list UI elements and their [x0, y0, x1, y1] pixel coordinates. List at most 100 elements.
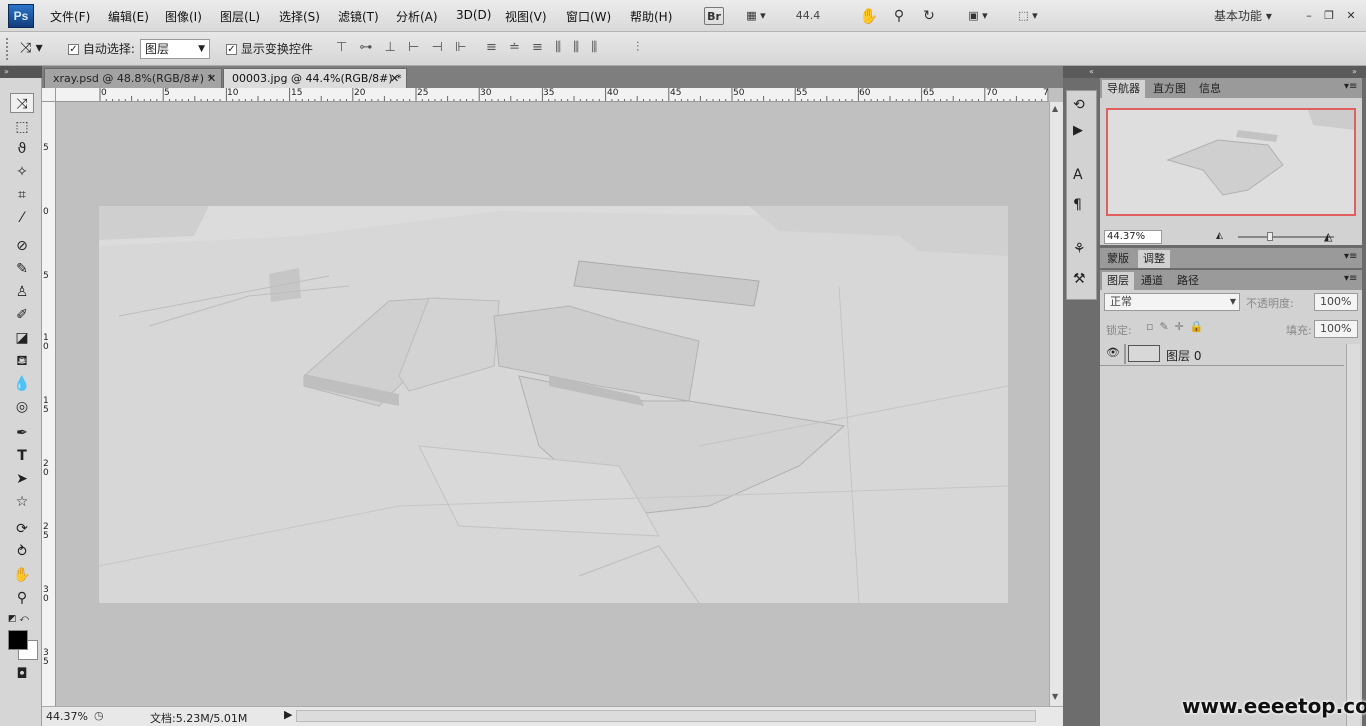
menu-file[interactable]: 文件(F)	[50, 8, 90, 25]
scroll-up-icon[interactable]: ▲	[1052, 104, 1058, 113]
minimize-button[interactable]: –	[1302, 7, 1316, 25]
close-button[interactable]: ✕	[1344, 7, 1358, 25]
history-panel-icon[interactable]: ⟲	[1073, 97, 1085, 113]
panel-menu-icon[interactable]: ▾≡	[1344, 81, 1357, 92]
auto-select-dropdown[interactable]: 图层 ▼	[140, 39, 210, 59]
move-tool-preset-icon[interactable]: ⤨ ▾	[20, 40, 43, 56]
menu-help[interactable]: 帮助(H)	[630, 8, 672, 25]
paint-bucket-tool-icon[interactable]: ⛾	[10, 351, 34, 371]
close-icon[interactable]: ✕	[390, 69, 399, 89]
marquee-tool-icon[interactable]: ⬚	[10, 117, 34, 137]
paragraph-panel-icon[interactable]: ¶	[1073, 197, 1082, 213]
layer-row[interactable]: 👁 图层 0	[1100, 342, 1344, 366]
panels-collapse-icon[interactable]: »	[1100, 66, 1366, 78]
zoom-out-icon[interactable]: ◭	[1216, 231, 1223, 241]
lasso-tool-icon[interactable]: ϑ	[10, 139, 34, 159]
3d-orbit-tool-icon[interactable]: ⥁	[10, 542, 34, 562]
eraser-tool-icon[interactable]: ◪	[10, 328, 34, 348]
default-colors-icon[interactable]: ◩ ⤺	[8, 614, 29, 624]
blur-tool-icon[interactable]: 💧	[10, 374, 34, 394]
restore-button[interactable]: ❐	[1322, 7, 1336, 25]
tab-histogram[interactable]: 直方图	[1148, 80, 1191, 98]
tab-paths[interactable]: 路径	[1172, 272, 1204, 290]
character-panel-icon[interactable]: A	[1073, 167, 1083, 183]
magic-wand-tool-icon[interactable]: ✧	[10, 162, 34, 182]
opacity-field[interactable]: 100%	[1314, 293, 1358, 311]
navigator-zoom-field[interactable]: 44.37%	[1104, 230, 1162, 244]
actions-panel-icon[interactable]: ▶	[1073, 123, 1083, 138]
history-brush-tool-icon[interactable]: ✐	[10, 305, 34, 325]
navigator-preview[interactable]	[1106, 108, 1356, 216]
menu-select[interactable]: 选择(S)	[279, 8, 320, 25]
zoom-icon[interactable]: ⚲	[888, 7, 910, 25]
screen-layout-button[interactable]: ⬚ ▾	[1010, 7, 1046, 25]
menu-window[interactable]: 窗口(W)	[566, 8, 611, 25]
status-zoom[interactable]: 44.37%	[46, 710, 88, 723]
path-selection-tool-icon[interactable]: ➤	[10, 469, 34, 489]
tab-info[interactable]: 信息	[1194, 80, 1226, 98]
dodge-tool-icon[interactable]: ◎	[10, 397, 34, 417]
panel-menu-icon[interactable]: ▾≡	[1344, 273, 1357, 284]
menu-3d[interactable]: 3D(D)	[456, 8, 491, 22]
hand-icon[interactable]: ✋	[858, 7, 880, 25]
tab-masks[interactable]: 蒙版	[1102, 250, 1134, 268]
tab-adjustments[interactable]: 调整	[1138, 250, 1170, 268]
tab-layers[interactable]: 图层	[1102, 272, 1134, 290]
type-tool-icon[interactable]: T	[10, 446, 34, 466]
auto-select-option[interactable]: ✓ 自动选择:	[68, 40, 135, 57]
menu-layer[interactable]: 图层(L)	[220, 8, 260, 25]
tab-channels[interactable]: 通道	[1136, 272, 1168, 290]
blend-mode-dropdown[interactable]: 正常 ▼	[1104, 293, 1240, 311]
tab-00003[interactable]: 00003.jpg @ 44.4%(RGB/8#) * ✕	[223, 68, 407, 88]
bridge-button[interactable]: Br	[704, 7, 724, 25]
rotate-view-icon[interactable]: ↻	[918, 7, 940, 25]
distribute-buttons[interactable]: ≡ ≐ ≡ ⫼ ⫼ ⫼	[486, 40, 601, 55]
foreground-color-swatch[interactable]	[8, 630, 28, 650]
slider-thumb[interactable]	[1267, 232, 1273, 241]
zoom-tool-icon[interactable]: ⚲	[10, 588, 34, 608]
menu-filter[interactable]: 滤镜(T)	[338, 8, 379, 25]
menu-image[interactable]: 图像(I)	[165, 8, 202, 25]
crop-tool-icon[interactable]: ⌗	[10, 185, 34, 205]
auto-select-checkbox[interactable]: ✓	[68, 44, 79, 55]
document-image[interactable]	[99, 206, 1008, 603]
vertical-scrollbar[interactable]: ▲ ▼	[1049, 102, 1063, 706]
tab-xray[interactable]: xray.psd @ 48.8%(RGB/8#) * ✕	[44, 68, 222, 88]
zoom-level-box[interactable]: 44.4	[786, 7, 830, 25]
status-info-icon[interactable]: ◷	[94, 709, 104, 722]
move-tool-icon[interactable]: ⤨	[10, 93, 34, 113]
menu-analysis[interactable]: 分析(A)	[396, 8, 438, 25]
show-transform-checkbox[interactable]: ✓	[226, 44, 237, 55]
show-transform-option[interactable]: ✓ 显示变换控件	[226, 40, 313, 57]
eyedropper-tool-icon[interactable]: ⁄	[10, 208, 34, 228]
clone-stamp-tool-icon[interactable]: ♙	[10, 282, 34, 302]
tab-navigator[interactable]: 导航器	[1102, 80, 1145, 98]
brush-tool-icon[interactable]: ✎	[10, 259, 34, 279]
menu-view[interactable]: 视图(V)	[505, 8, 547, 25]
screen-mode-button[interactable]: ▦ ▾	[738, 7, 774, 25]
close-icon[interactable]: ✕	[207, 69, 216, 89]
3d-rotate-tool-icon[interactable]: ⟳	[10, 519, 34, 539]
shape-tool-icon[interactable]: ☆	[10, 492, 34, 512]
hand-tool-icon[interactable]: ✋	[10, 565, 34, 585]
pen-tool-icon[interactable]: ✒	[10, 423, 34, 443]
quick-mask-icon[interactable]: ◘	[10, 664, 34, 684]
panel-menu-icon[interactable]: ▾≡	[1344, 251, 1357, 262]
scroll-down-icon[interactable]: ▼	[1052, 692, 1058, 701]
eye-icon[interactable]: 👁	[1106, 346, 1120, 359]
strip-collapse-icon[interactable]: «	[1063, 66, 1100, 78]
healing-brush-tool-icon[interactable]: ⊘	[10, 236, 34, 256]
arrange-documents-button[interactable]: ▣ ▾	[960, 7, 996, 25]
align-buttons[interactable]: ⊤ ⊶ ⊥ ⊢ ⊣ ⊩	[336, 40, 470, 55]
toolbox-collapse-icon[interactable]: »	[0, 66, 42, 78]
clone-source-panel-icon[interactable]: ⚘	[1073, 241, 1086, 257]
fill-field[interactable]: 100%	[1314, 320, 1358, 338]
menu-edit[interactable]: 编辑(E)	[108, 8, 149, 25]
zoom-in-icon[interactable]: ◭	[1324, 230, 1332, 243]
auto-align-icon[interactable]: ⫶	[636, 40, 639, 55]
lock-icons[interactable]: ▫✎✛🔒	[1146, 320, 1210, 333]
horizontal-scrollbar[interactable]	[296, 710, 1036, 722]
layers-scrollbar[interactable]	[1346, 344, 1360, 726]
navigator-zoom-slider[interactable]	[1238, 236, 1334, 238]
tool-presets-panel-icon[interactable]: ⚒	[1073, 271, 1086, 287]
